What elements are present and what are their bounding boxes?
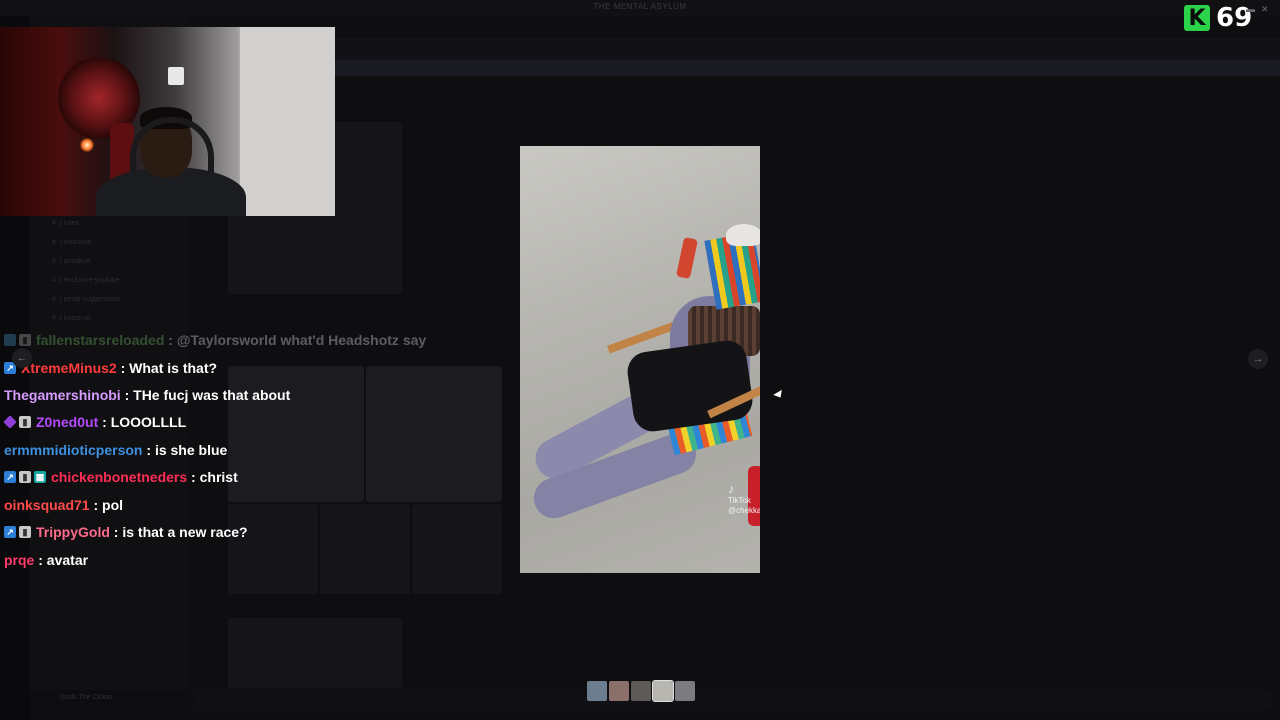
light-switch [168, 67, 184, 85]
bottle [675, 236, 699, 280]
gallery-tile[interactable] [320, 504, 410, 594]
minimize-icon[interactable]: ▬ [1246, 4, 1255, 15]
chat-username: fallenstarsreloaded [36, 332, 165, 348]
voice-user-name: Guds The Clown [60, 694, 113, 701]
badge-icon: ▮ [19, 471, 31, 483]
chat-text: is that a new race? [122, 524, 248, 540]
badge-icon: ▮ [19, 334, 31, 346]
hash-icon: # [52, 219, 56, 227]
hash-icon: # [52, 314, 56, 322]
channel-header [188, 38, 1280, 60]
gallery-tile[interactable] [228, 504, 318, 594]
gallery-tile[interactable] [412, 504, 502, 594]
follower-counter: K 69 [1184, 2, 1252, 34]
gallery-tile[interactable] [228, 618, 402, 688]
tiktok-watermark: ♪ TikTok @chekkabe [728, 482, 760, 516]
thumbnail[interactable] [675, 681, 695, 701]
window-titlebar: THE MENTAL ASYLUM [0, 0, 1280, 16]
chevron-right-icon[interactable]: → [1248, 349, 1268, 369]
chat-text: avatar [46, 552, 89, 568]
chat-username: chickenbonetneders [51, 469, 188, 485]
chat-message: oinksquad71 : pol [4, 497, 124, 513]
lamp [80, 138, 94, 152]
chat-username: Thegamershinobi [4, 387, 121, 403]
chat-username: TrippyGold [36, 524, 110, 540]
thumbnail[interactable] [587, 681, 607, 701]
chat-message: ↗ ▮ ▦ chickenbonetneders : christ [4, 467, 238, 487]
channel-item[interactable]: # | goodbye [52, 256, 91, 266]
chat-text: pol [102, 497, 124, 513]
gem-badge-icon [3, 415, 17, 429]
hat [726, 224, 760, 246]
message-input[interactable] [196, 690, 1272, 710]
chat-message: ↗ ▮ TrippyGold : is that a new race? [4, 522, 248, 542]
hash-icon: # [52, 238, 56, 246]
badge-icon: ▦ [34, 471, 46, 483]
chat-username: Z0ned0ut [36, 414, 99, 430]
thumbnail[interactable] [609, 681, 629, 701]
badge-icon [4, 334, 16, 346]
stream-frame: THE MENTAL ASYLUM # | rules # | welcome # |… [0, 0, 1280, 720]
chat-text: christ [199, 469, 238, 485]
channel-item[interactable]: # | emoji-suggestions [52, 294, 120, 304]
hash-icon: # [52, 276, 56, 284]
chat-username: prqe [4, 552, 35, 568]
hash-icon: # [52, 295, 56, 303]
thumbnail-active[interactable] [652, 680, 674, 702]
chat-text: THe fucj was that about [133, 387, 291, 403]
kick-logo-icon: K [1184, 5, 1210, 31]
badge-icon: ▮ [19, 416, 31, 428]
gallery-tile[interactable] [366, 366, 502, 502]
tiktok-logo-icon: ♪ [728, 482, 734, 496]
channel-item[interactable]: # | rules [52, 218, 79, 228]
webcam-feed [0, 27, 335, 216]
door [238, 27, 335, 216]
hash-icon: # [52, 257, 56, 265]
chat-message: ↗ XtremeMinus2 : What is that? [4, 358, 217, 378]
badge-icon: ▮ [19, 526, 31, 538]
chat-username: oinksquad71 [4, 497, 90, 513]
chat-message: ermmmidioticperson : is she blue [4, 442, 228, 458]
thumbnail-strip [587, 680, 695, 702]
chat-username: ermmmidioticperson [4, 442, 143, 458]
prime-badge-icon: ↗ [4, 526, 16, 538]
window-controls: ▬ ✕ [1246, 4, 1269, 15]
close-icon[interactable]: ✕ [1261, 4, 1269, 15]
chat-text: What is that? [129, 360, 218, 376]
video-viewer[interactable]: ♪ TikTok @chekkabe [520, 146, 760, 573]
chat-text: LOOOLLLL [110, 414, 187, 430]
channel-banner [188, 60, 1280, 76]
thumbnail[interactable] [631, 681, 651, 701]
chat-message: Thegamershinobi : THe fucj was that abou… [4, 387, 291, 403]
video-figure-shorts [625, 338, 755, 434]
chat-message: ▮ Z0ned0ut : LOOOLLLL [3, 412, 187, 432]
chat-message: ▮ fallenstarsreloaded : @Taylorsworld wh… [4, 330, 426, 350]
prime-badge-icon: ↗ [4, 471, 16, 483]
chat-text: is she blue [154, 442, 228, 458]
window-title: THE MENTAL ASYLUM [593, 2, 687, 11]
chat-message: prqe : avatar [4, 552, 89, 568]
channel-item[interactable]: # | welcome [52, 237, 91, 247]
chat-username: XtremeMinus2 [21, 360, 117, 376]
chat-text: @Taylorsworld what'd Headshotz say [176, 332, 427, 348]
channel-item[interactable]: # | exclusive-youtube [52, 275, 120, 285]
channel-item[interactable]: # | boost-up [52, 313, 91, 323]
chevron-left-icon[interactable]: ← [12, 348, 32, 368]
user-panel: Guds The Clown [30, 690, 188, 720]
